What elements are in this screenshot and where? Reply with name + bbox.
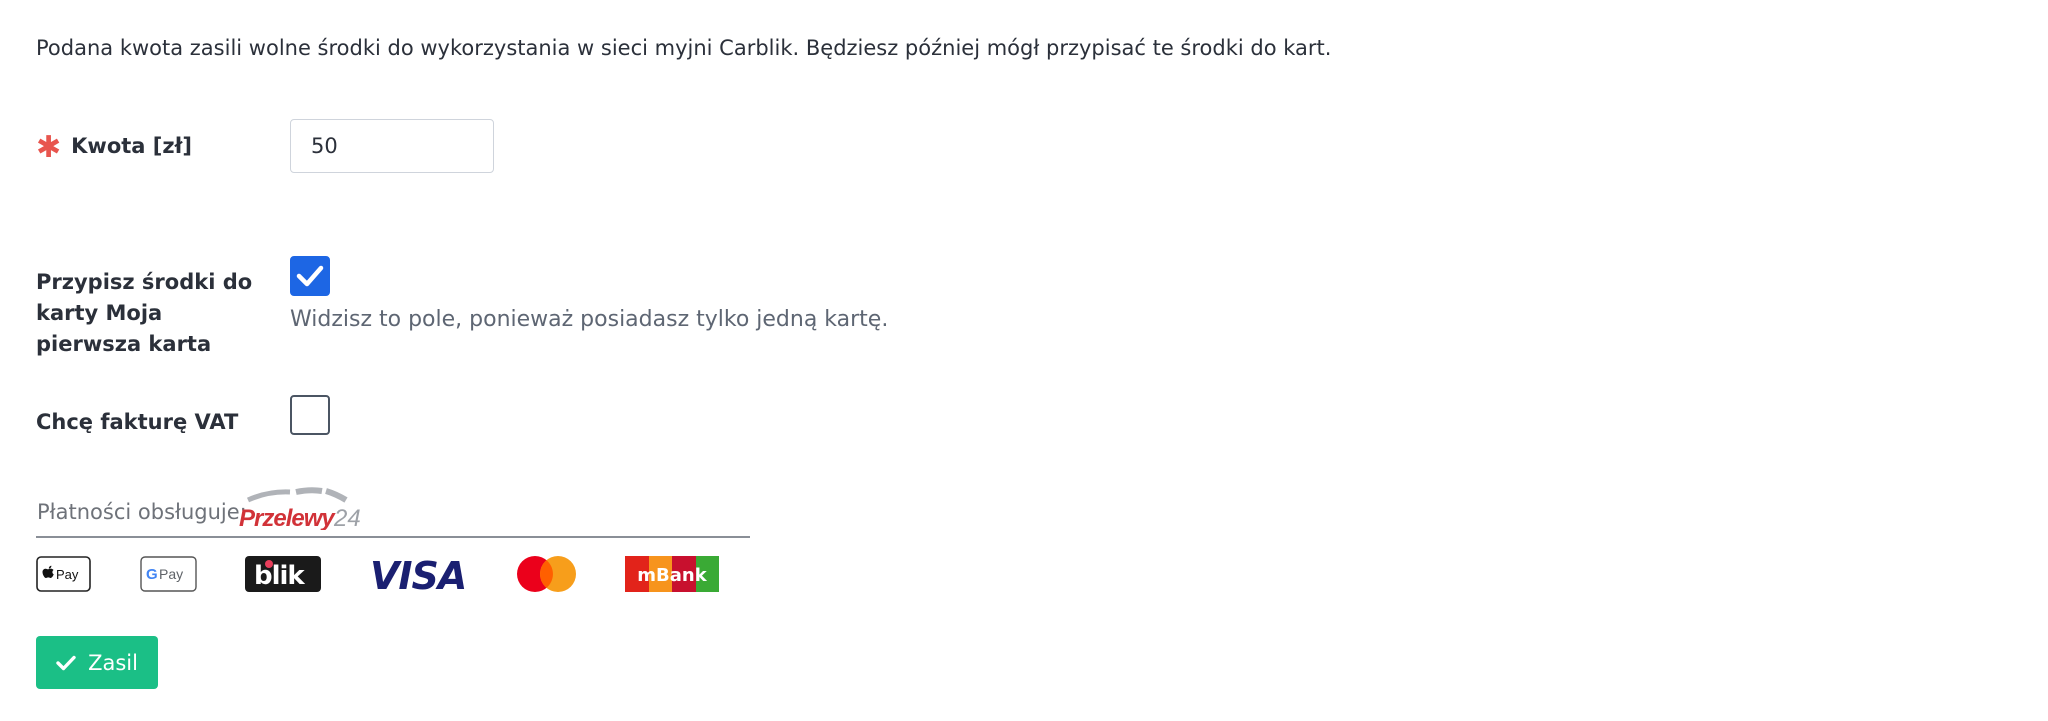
invoice-label: Chcę fakturę VAT	[36, 410, 239, 434]
svg-text:VISA: VISA	[370, 556, 466, 592]
payment-provider-label: Płatności obsługuje:	[37, 500, 247, 524]
svg-text:blik: blik	[254, 561, 305, 591]
submit-button-label: Zasil	[88, 650, 138, 675]
intro-text: Podana kwota zasili wolne środki do wyko…	[36, 36, 1332, 60]
apple-pay-icon: Pay	[36, 556, 91, 596]
submit-button[interactable]: Zasil	[36, 636, 158, 689]
amount-label: Kwota [zł]	[71, 134, 192, 158]
assign-card-label-line-1: Przypisz środki do	[36, 270, 253, 294]
visa-icon: VISA	[370, 554, 474, 598]
google-pay-icon: G Pay	[140, 556, 197, 596]
blik-icon: blik	[245, 556, 321, 596]
assign-card-checkbox[interactable]	[290, 256, 330, 296]
svg-text:Pay: Pay	[159, 566, 183, 582]
mastercard-icon	[516, 556, 578, 596]
payment-provider-section: Płatności obsługuje: Przelewy 24	[36, 486, 750, 538]
invoice-checkbox[interactable]	[290, 395, 330, 435]
svg-text:Pay: Pay	[56, 567, 79, 582]
przelewy24-logo: Przelewy 24	[239, 487, 361, 530]
required-asterisk-icon: ✱	[36, 130, 62, 165]
assign-card-help-text: Widzisz to pole, ponieważ posiadasz tylk…	[290, 307, 889, 332]
checkmark-icon	[296, 265, 324, 287]
checkmark-icon	[56, 655, 76, 670]
amount-input[interactable]	[290, 119, 494, 173]
amount-label-row: ✱ Kwota [zł]	[36, 128, 192, 165]
assign-card-label: Przypisz środki do karty Moja pierwsza k…	[36, 267, 252, 360]
assign-card-label-line-3: pierwsza karta	[36, 332, 212, 356]
svg-text:G: G	[146, 566, 158, 583]
assign-card-label-line-2: karty Moja	[36, 301, 163, 325]
svg-text:mBank: mBank	[637, 565, 707, 586]
mbank-icon: mBank	[625, 556, 719, 596]
svg-text:Przelewy: Przelewy	[239, 505, 336, 530]
svg-text:24: 24	[333, 505, 361, 530]
